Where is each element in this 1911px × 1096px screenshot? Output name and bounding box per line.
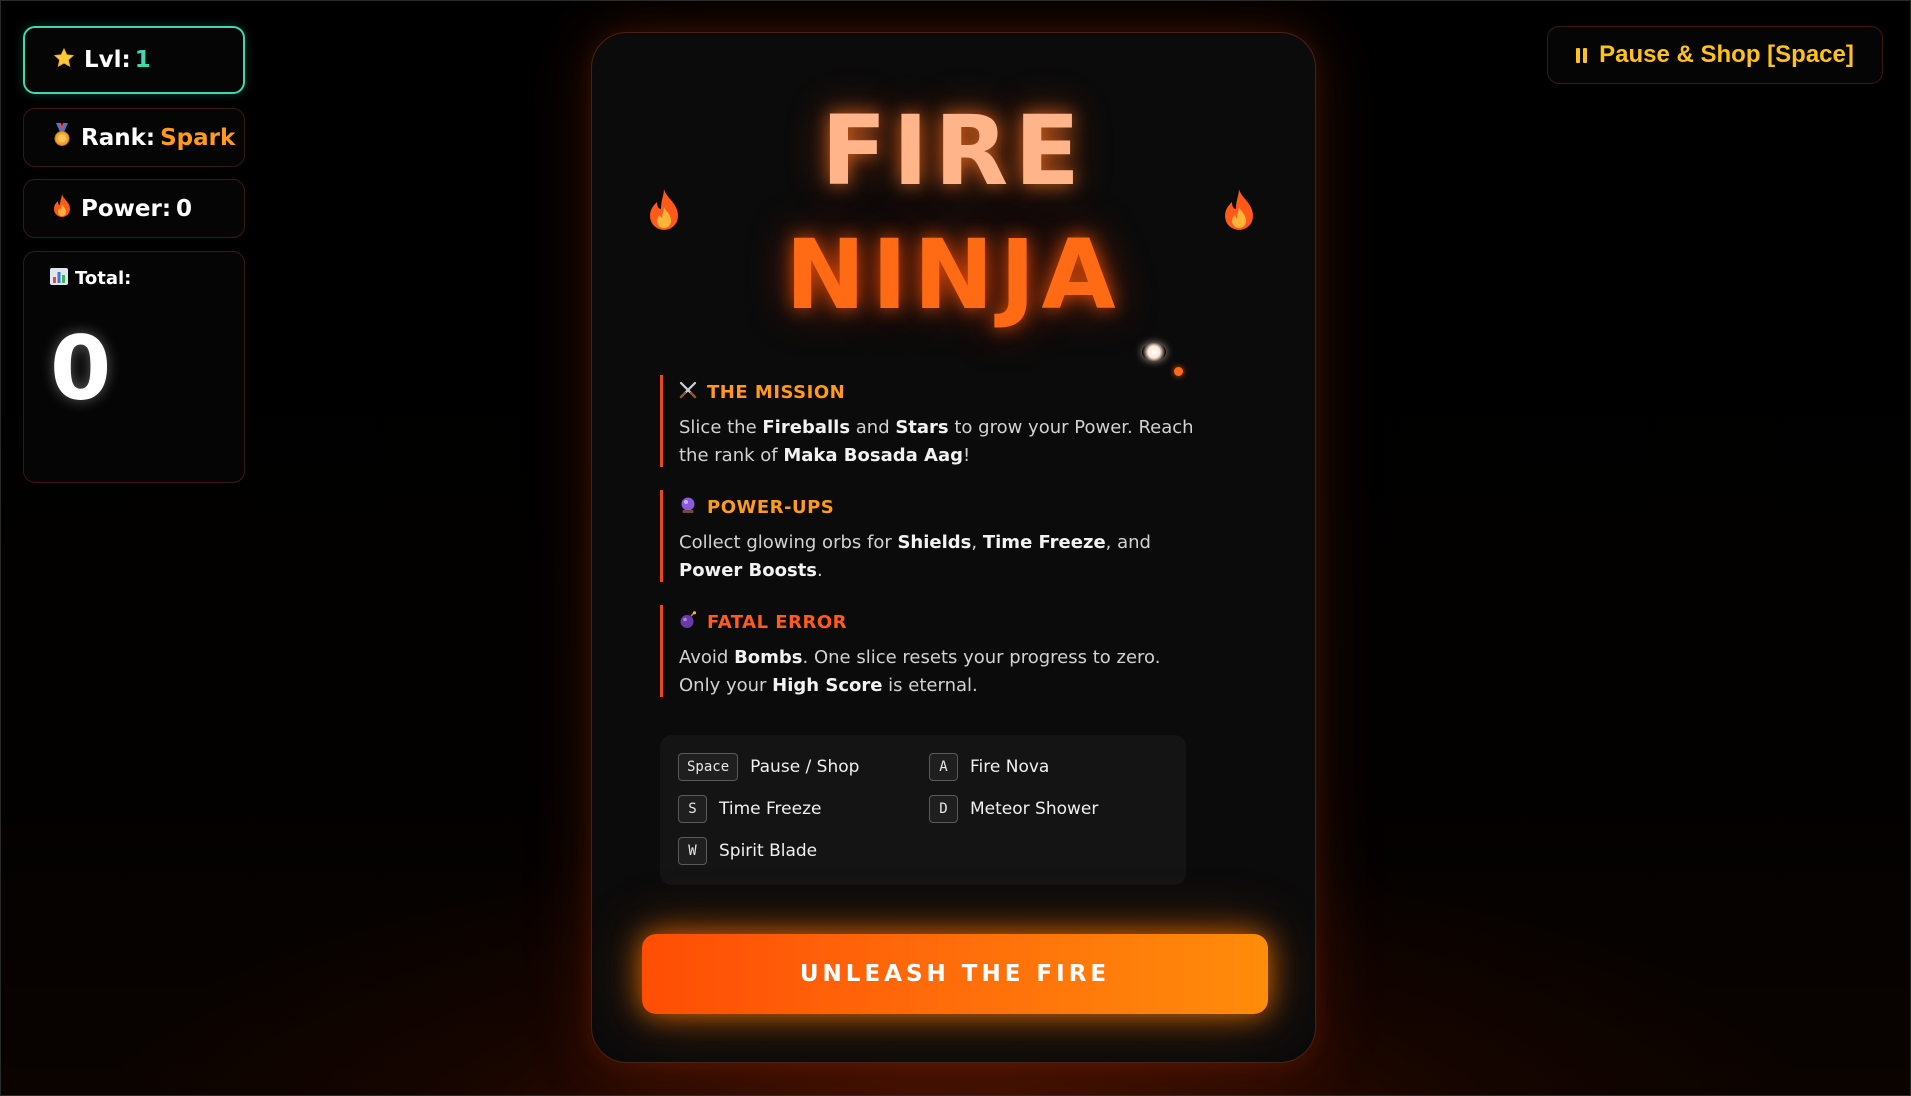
total-value: 0 [50,317,112,420]
pause-icon [1576,47,1588,63]
control-action: Time Freeze [719,799,822,819]
key-cap: W [678,837,707,865]
spark-particle [1142,343,1166,361]
key-cap: A [929,753,958,781]
key-cap: S [678,795,707,823]
level-value: 1 [134,47,151,73]
key-cap: D [929,795,958,823]
emphasis-text: Fireballs [762,417,851,438]
total-display: Total: 0 [23,251,245,483]
control-action: Fire Nova [970,757,1050,777]
control-row: D Meteor Shower [929,795,1098,823]
power-display: Power: 0 [23,179,245,238]
control-action: Meteor Shower [970,799,1099,819]
emphasis-text: Power Boosts [679,560,818,581]
start-game-button[interactable]: UNLEASH THE FIRE [642,934,1268,1014]
emphasis-text: Stars [895,417,949,438]
chart-icon [50,268,68,289]
emphasis-text: Shields [897,532,972,553]
mission-text: Slice the Fireballs and Stars to grow yo… [679,417,1194,466]
powerups-text: Collect glowing orbs for Shields, Time F… [679,532,1151,581]
rank-display: Rank: Spark [23,108,245,167]
fire-icon [52,194,72,223]
key-cap: Space [678,753,739,781]
rank-value: Spark [160,124,236,151]
fatal-error-text: Avoid Bombs. One slice resets your progr… [679,647,1161,696]
fatal-error-section: FATAL ERROR Avoid Bombs. One slice reset… [660,605,1200,697]
power-value: 0 [176,195,193,222]
control-action: Pause / Shop [750,757,860,777]
total-label: Total: [75,268,132,289]
control-action: Spirit Blade [719,841,818,861]
star-icon [53,47,75,74]
crossed-swords-icon [679,381,697,404]
fatal-error-heading: FATAL ERROR [707,612,847,633]
pause-shop-label: Pause & Shop [Space] [1599,41,1854,68]
level-display: Lvl: 1 [23,26,245,94]
game-title-line1: FIRE [821,95,1086,207]
powerups-section: POWER-UPS Collect glowing orbs for Shiel… [660,490,1200,582]
power-label: Power: [81,195,172,222]
emphasis-text: Bombs [734,647,803,668]
control-row: A Fire Nova [929,753,1049,781]
mission-section: THE MISSION Slice the Fireballs and Star… [660,375,1200,467]
controls-panel: Space Pause / Shop A Fire Nova S Time Fr… [660,735,1186,885]
game-screen: Lvl: 1 Rank: Spark Power: 0 Total: 0 Pau… [0,0,1911,1096]
pause-shop-button[interactable]: Pause & Shop [Space] [1547,26,1883,84]
game-title-line2: NINJA [785,219,1122,331]
control-row: S Time Freeze [678,795,821,823]
level-label: Lvl: [84,47,131,73]
control-row: W Spirit Blade [678,837,817,865]
mission-heading: THE MISSION [707,382,846,403]
rank-label: Rank: [81,124,156,151]
bomb-icon [679,611,697,634]
emphasis-text: High Score [772,675,883,696]
medal-icon [52,123,72,152]
emphasis-text: Time Freeze [982,532,1106,553]
powerups-heading: POWER-UPS [707,497,835,518]
emphasis-text: Maka Bosada Aag [783,445,963,466]
control-row: Space Pause / Shop [678,753,859,781]
total-header: Total: [50,268,244,289]
start-menu-card: FIRE NINJA THE MISSION Slice the Firebal… [591,32,1316,1063]
crystal-ball-icon [679,496,697,519]
